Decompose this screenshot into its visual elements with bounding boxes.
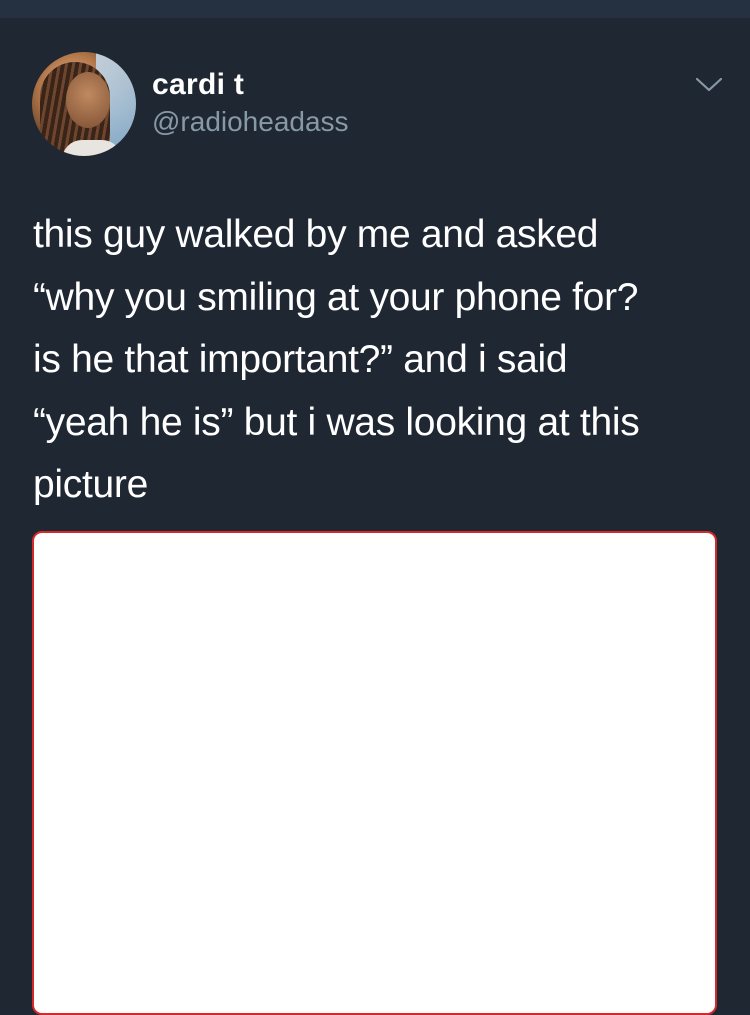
chevron-down-icon[interactable] xyxy=(694,74,724,94)
tweet-card: cardi t @radioheadass this guy walked by… xyxy=(0,18,750,1015)
avatar[interactable] xyxy=(32,52,136,156)
avatar-face xyxy=(66,72,110,128)
top-bar xyxy=(0,0,750,18)
tweet-media-image[interactable] xyxy=(32,531,717,1015)
display-name[interactable]: cardi t xyxy=(152,68,244,102)
user-handle[interactable]: @radioheadass xyxy=(152,106,349,138)
tweet-text: this guy walked by me and asked “why you… xyxy=(33,213,640,506)
avatar-shirt xyxy=(62,140,122,156)
